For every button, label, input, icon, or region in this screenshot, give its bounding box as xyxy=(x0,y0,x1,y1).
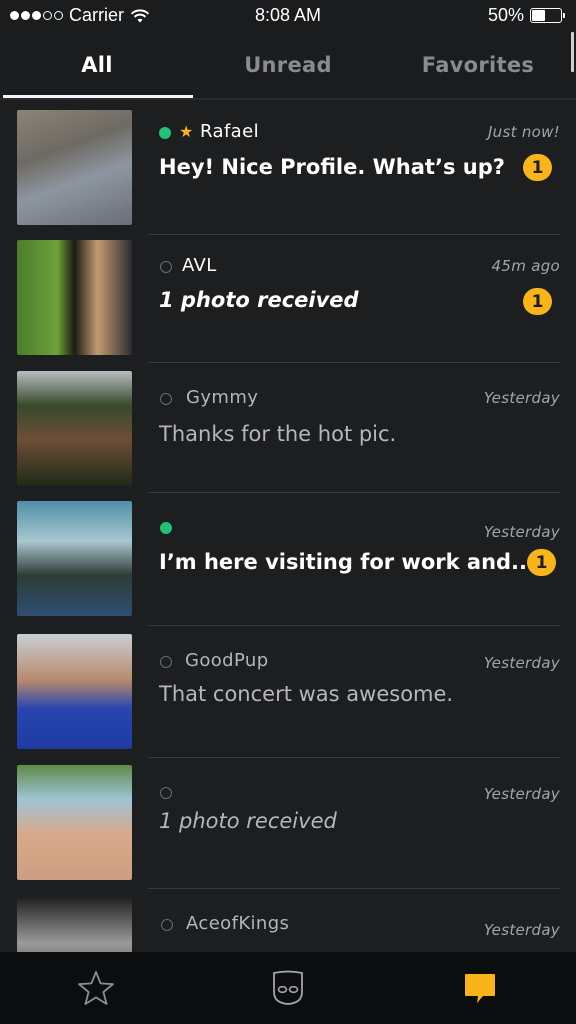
profile-photo[interactable] xyxy=(17,110,132,225)
profile-photo[interactable] xyxy=(17,240,132,355)
contact-name: Gymmy xyxy=(186,387,259,408)
profile-photo[interactable] xyxy=(17,501,132,616)
tabbar-favorites-button[interactable] xyxy=(0,952,192,1024)
tab-unread[interactable]: Unread xyxy=(194,32,382,98)
chat-bubble-icon xyxy=(465,974,495,1003)
row-header: Yesterday xyxy=(159,780,560,804)
scrollbar[interactable] xyxy=(571,32,574,72)
divider xyxy=(148,888,560,889)
message-preview: 1 photo received xyxy=(159,809,337,833)
row-header: Gymmy Yesterday xyxy=(159,386,560,410)
online-status-icon xyxy=(159,127,171,139)
tabbar-chats-button[interactable] xyxy=(384,952,576,1024)
conversation-row[interactable]: GoodPup Yesterday That concert was aweso… xyxy=(0,626,576,758)
mask-icon xyxy=(273,970,303,1005)
tabbar-grid-button[interactable] xyxy=(192,952,384,1024)
contact-name: Rafael xyxy=(200,121,259,142)
segment-tabs: All Unread Favorites xyxy=(0,32,576,100)
status-bar: Carrier 8:08 AM 50% xyxy=(0,0,576,32)
message-preview: Hey! Nice Profile. What’s up? xyxy=(159,155,505,179)
favorite-star-icon: ★ xyxy=(179,122,194,141)
timestamp: Yesterday xyxy=(483,785,560,803)
conversation-row[interactable]: ★ Rafael Just now! Hey! Nice Profile. Wh… xyxy=(0,100,576,235)
active-tab-indicator xyxy=(3,95,193,98)
conversation-row[interactable]: Yesterday I’m here visiting for work and… xyxy=(0,493,576,626)
unread-count-badge: 1 xyxy=(523,154,552,181)
message-preview: 1 photo received xyxy=(159,288,359,312)
profile-photo[interactable] xyxy=(17,765,132,880)
conversation-row[interactable]: AVL 45m ago 1 photo received 1 xyxy=(0,235,576,363)
profile-photo[interactable] xyxy=(17,897,132,952)
offline-status-icon xyxy=(160,787,172,799)
contact-name: GoodPup xyxy=(185,650,269,671)
timestamp: 45m ago xyxy=(491,257,560,275)
online-status-icon xyxy=(160,522,172,534)
profile-photo[interactable] xyxy=(17,634,132,749)
message-preview: Thanks for the hot pic. xyxy=(159,422,397,446)
offline-status-icon xyxy=(160,261,172,273)
conversation-row[interactable]: Gymmy Yesterday Thanks for the hot pic. xyxy=(0,363,576,493)
timestamp: Yesterday xyxy=(483,523,560,541)
contact-name: AceofKings xyxy=(186,913,290,934)
tab-favorites[interactable]: Favorites xyxy=(382,32,574,98)
star-icon xyxy=(78,971,114,1005)
timestamp: Yesterday xyxy=(483,921,560,939)
row-header: ★ Rafael Just now! xyxy=(159,120,560,144)
unread-count-badge: 1 xyxy=(523,288,552,315)
row-header: AceofKings Yesterday xyxy=(159,912,560,939)
contact-name: AVL xyxy=(182,255,217,276)
conversation-list: ★ Rafael Just now! Hey! Nice Profile. Wh… xyxy=(0,100,576,952)
row-header: Yesterday xyxy=(159,515,560,541)
row-header: GoodPup Yesterday xyxy=(159,649,560,673)
profile-photo[interactable] xyxy=(17,371,132,486)
timestamp: Yesterday xyxy=(483,654,560,672)
unread-count-badge: 1 xyxy=(527,549,556,576)
timestamp: Yesterday xyxy=(483,389,560,407)
timestamp: Just now! xyxy=(487,123,560,141)
offline-status-icon xyxy=(160,656,172,668)
conversation-row[interactable]: AceofKings Yesterday xyxy=(0,890,576,952)
row-header: AVL 45m ago xyxy=(159,254,560,278)
message-preview: I’m here visiting for work and... xyxy=(159,550,535,574)
offline-status-icon xyxy=(160,393,172,405)
status-right: 50% xyxy=(487,5,565,26)
bottom-tab-bar xyxy=(0,952,576,1024)
offline-status-icon xyxy=(161,919,173,931)
message-preview: That concert was awesome. xyxy=(159,682,454,706)
conversation-row[interactable]: Yesterday 1 photo received xyxy=(0,758,576,890)
battery-percent: 50% xyxy=(487,5,524,25)
battery-icon xyxy=(530,8,565,23)
battery-fill xyxy=(532,10,546,21)
tab-all[interactable]: All xyxy=(0,32,194,98)
